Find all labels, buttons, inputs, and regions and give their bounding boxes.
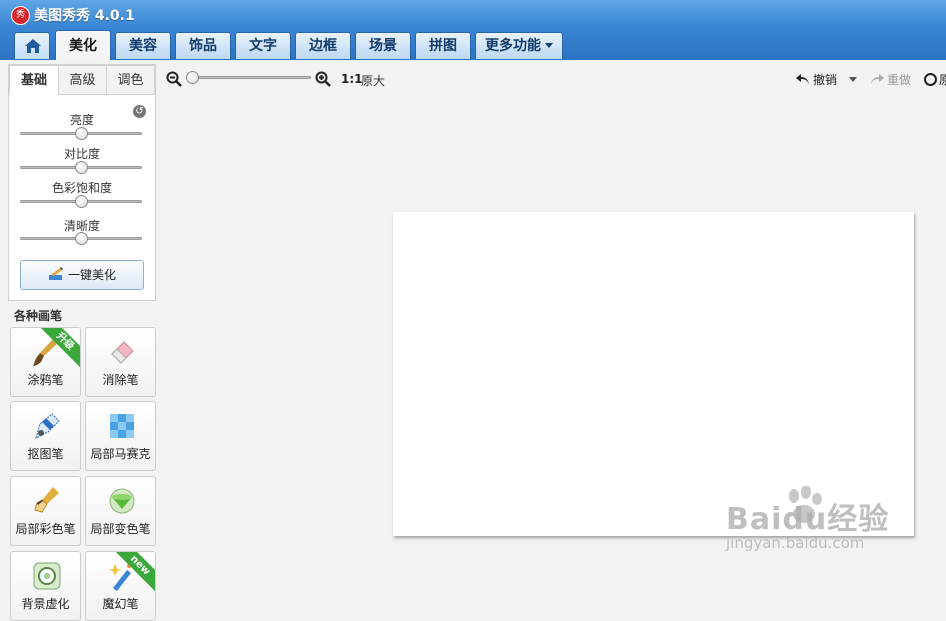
tab-text[interactable]: 文字 (235, 32, 291, 59)
eraser-pen-button[interactable]: 消除笔 (85, 327, 156, 397)
cutout-pen-icon (35, 413, 60, 439)
local-mosaic-button[interactable]: 局部马赛克 (85, 401, 156, 471)
home-icon (25, 39, 41, 53)
ratio-1to1-button[interactable]: 1:1 (341, 72, 363, 86)
canvas-image[interactable] (393, 212, 914, 536)
home-button[interactable] (14, 32, 50, 59)
paint-bucket-icon (109, 488, 135, 514)
zoom-slider-handle[interactable] (186, 71, 199, 84)
brightness-label: 亮度 (69, 113, 94, 127)
contrast-label: 对比度 (63, 147, 100, 161)
undo-button[interactable]: 撤销 (796, 71, 837, 88)
contrast-slider-handle[interactable] (74, 161, 88, 174)
tab-scene[interactable]: 场景 (355, 32, 411, 59)
saturation-slider-handle[interactable] (74, 195, 88, 208)
cutout-pen-button[interactable]: 抠图笔 (10, 401, 81, 471)
app-logo-icon: 秀 (11, 6, 30, 25)
tab-advanced[interactable]: 高级 (58, 65, 107, 95)
tab-more-features[interactable]: 更多功能 (475, 32, 563, 59)
chevron-down-icon (545, 42, 553, 48)
tab-color-tone[interactable]: 调色 (106, 65, 155, 95)
eraser-icon (111, 341, 134, 364)
magic-pen-button[interactable]: new 魔幻笔 (85, 551, 156, 621)
tab-cosmetic[interactable]: 美容 (115, 32, 171, 59)
tab-border[interactable]: 边框 (295, 32, 351, 59)
adjust-panel: 基础 高级 调色 ↺ 亮度 对比度 色彩饱和度 清晰度 一键美化 (8, 64, 156, 301)
watermark: Baidu经验 jingyan.baidu.com (726, 486, 889, 552)
redo-icon (871, 74, 884, 84)
watermark-url: jingyan.baidu.com (726, 534, 865, 552)
zoom-in-icon[interactable] (315, 71, 331, 87)
mosaic-icon (110, 414, 134, 438)
color-brush-icon (34, 487, 59, 513)
tab-accessories[interactable]: 饰品 (175, 32, 231, 59)
local-recolor-pen-button[interactable]: 局部变色笔 (85, 476, 156, 546)
original-compare-button[interactable]: 原 (924, 71, 946, 88)
undo-icon (796, 74, 809, 84)
graffiti-pen-button[interactable]: 升级 涂鸦笔 (10, 327, 81, 397)
magic-pen-icon (48, 267, 63, 280)
zoom-out-icon[interactable] (166, 71, 182, 87)
paw-icon (789, 486, 822, 523)
title-bar: 秀 美图秀秀 4.0.1 美化 美容 饰品 文字 边框 场景 拼图 更多功能 (0, 0, 946, 60)
one-click-beautify-button[interactable]: 一键美化 (20, 260, 144, 290)
undo-dropdown-icon[interactable] (849, 77, 857, 82)
background-blur-button[interactable]: 背景虚化 (10, 551, 81, 621)
tab-collage[interactable]: 拼图 (415, 32, 471, 59)
zoom-slider-track[interactable] (187, 76, 311, 79)
local-color-pen-button[interactable]: 局部彩色笔 (10, 476, 81, 546)
circle-icon (924, 73, 937, 86)
blur-icon (33, 562, 61, 590)
tab-beautify[interactable]: 美化 (55, 30, 111, 60)
actual-size-button[interactable]: 原大 (361, 72, 385, 89)
sharpness-slider-handle[interactable] (74, 232, 88, 245)
tab-basic[interactable]: 基础 (9, 65, 59, 95)
brushes-section-title: 各种画笔 (14, 309, 63, 323)
app-title: 美图秀秀 4.0.1 (34, 8, 135, 24)
saturation-label: 色彩饱和度 (51, 181, 112, 195)
redo-button[interactable]: 重做 (870, 71, 911, 88)
brightness-slider-handle[interactable] (74, 127, 88, 140)
